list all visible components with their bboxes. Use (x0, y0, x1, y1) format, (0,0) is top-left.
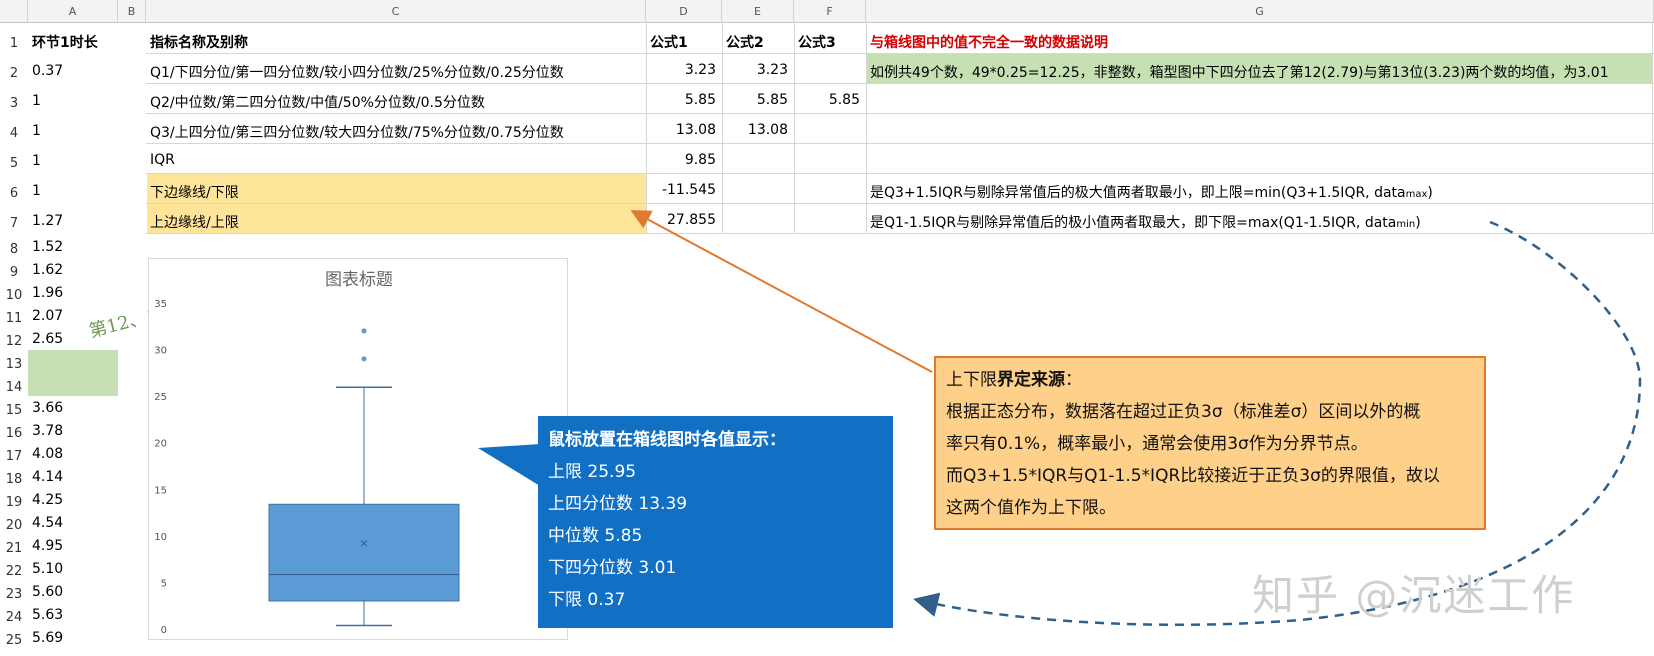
hover-value-upper: 上限 25.95 (548, 462, 637, 482)
hover-value-q1: 下四分位数 3.01 (548, 558, 677, 578)
orange-arrow (630, 210, 933, 373)
blue-callout-pointer (478, 444, 540, 486)
limit-callout-line: 率只有0.1%，概率最小，通常会使用3σ作为分界节点。 (946, 434, 1368, 454)
limit-callout-line: 这两个值作为上下限。 (946, 498, 1116, 518)
hover-values-callout: 鼠标放置在箱线图时各值显示： 上限 25.95 上四分位数 13.39 中位数 … (538, 416, 893, 628)
hover-value-lower: 下限 0.37 (548, 590, 626, 610)
hover-callout-title: 鼠标放置在箱线图时各值显示： (548, 430, 786, 450)
limit-source-callout: 上下限界定来源： 根据正态分布，数据落在超过正负3σ（标准差σ）区间以外的概 率… (934, 356, 1486, 530)
hover-value-median: 中位数 5.85 (548, 526, 643, 546)
limit-callout-title: 上下限界定来源： (946, 370, 1082, 390)
limit-callout-line: 而Q3+1.5*IQR与Q1-1.5*IQR比较接近于正负3σ的界限值，故以 (946, 466, 1440, 486)
limit-callout-line: 根据正态分布，数据落在超过正负3σ（标准差σ）区间以外的概 (946, 402, 1421, 422)
hover-value-q3: 上四分位数 13.39 (548, 494, 688, 514)
watermark: 知乎 @沉迷工作 (1252, 571, 1576, 620)
